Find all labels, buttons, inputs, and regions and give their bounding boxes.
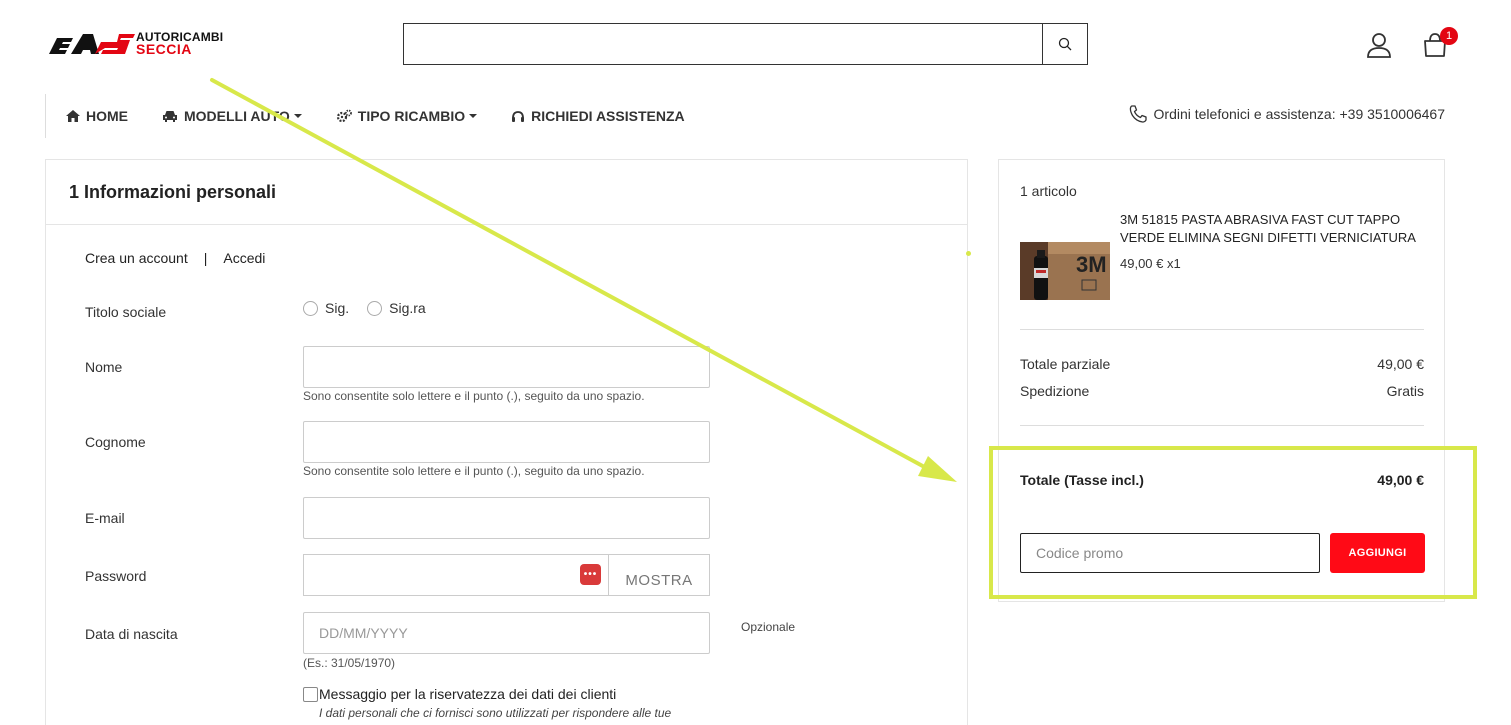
phone-icon [1129, 105, 1147, 123]
product-name[interactable]: 3M 51815 PASTA ABRASIVA FAST CUT TAPPO V… [1120, 211, 1430, 247]
nav-item-modelli-auto[interactable]: MODELLI AUTO [162, 108, 302, 124]
add-promo-button[interactable]: AGGIUNGI [1330, 533, 1425, 573]
title-label: Titolo sociale [85, 304, 167, 320]
order-summary: 1 articolo 3M 3M 51815 PASTA ABRASIVA FA… [998, 159, 1445, 602]
cart-count-badge: 1 [1440, 27, 1458, 45]
total-value: 49,00 € [1377, 472, 1424, 488]
product-price: 49,00 € x1 [1120, 256, 1181, 271]
items-count: 1 articolo [1020, 183, 1077, 199]
phone-contact[interactable]: Ordini telefonici e assistenza: +39 3510… [1128, 104, 1445, 124]
first-name-hint: Sono consentite solo lettere e il punto … [303, 389, 645, 403]
phone-text: Ordini telefonici e assistenza: +39 3510… [1153, 106, 1445, 122]
section-title: 1 Informazioni personali [69, 182, 277, 202]
birthday-hint: (Es.: 31/05/1970) [303, 656, 396, 670]
shipping-label: Spedizione [1020, 383, 1090, 399]
brand-name: AUTORICAMBI SECCIA [136, 31, 223, 57]
title-radio-group: Sig. Sig.ra [303, 300, 444, 316]
privacy-checkbox[interactable] [303, 686, 318, 702]
radio-sigra[interactable] [367, 300, 383, 316]
nav-item-home[interactable]: HOME [66, 108, 128, 124]
product-image[interactable]: 3M [1020, 242, 1110, 300]
account-links: Crea un account | Accedi [85, 250, 265, 266]
gears-icon [336, 109, 352, 123]
radio-sigra-label: Sig.ra [389, 300, 426, 316]
subtotal-value: 49,00 € [1377, 356, 1424, 372]
search-button[interactable] [1042, 24, 1087, 64]
nav-item-label: HOME [86, 108, 128, 124]
nav-item-label: MODELLI AUTO [184, 108, 290, 124]
chevron-down-icon [469, 114, 478, 118]
search-input[interactable] [404, 24, 1044, 64]
privacy-label: Messaggio per la riservatezza dei dati d… [319, 686, 617, 702]
search-bar [403, 23, 1088, 65]
last-name-hint: Sono consentite solo lettere e il punto … [303, 464, 645, 478]
first-name-label: Nome [85, 359, 123, 375]
home-icon [66, 110, 80, 122]
radio-sig[interactable] [303, 300, 318, 316]
checkout-personal-info: 1 Informazioni personali Crea un account… [45, 159, 968, 725]
birthday-label: Data di nascita [85, 626, 178, 642]
password-label: Password [85, 568, 147, 584]
create-account-link[interactable]: Crea un account [85, 250, 188, 266]
email-field[interactable] [303, 497, 710, 539]
headset-icon [512, 110, 525, 122]
last-name-label: Cognome [85, 434, 146, 450]
svg-text:3M: 3M [1076, 252, 1107, 277]
nav-item-richiedi-assistenza[interactable]: RICHIEDI ASSISTENZA [511, 108, 685, 124]
subtotal-row: Totale parziale 49,00 € [1020, 356, 1424, 372]
shipping-row: Spedizione Gratis [1020, 383, 1424, 399]
email-label: E-mail [85, 510, 125, 526]
password-group: ••• MOSTRA [303, 554, 710, 596]
login-link[interactable]: Accedi [223, 250, 265, 266]
optional-label: Opzionale [741, 620, 796, 634]
annotation-dot [966, 251, 971, 256]
user-icon[interactable] [1365, 31, 1393, 59]
password-manager-icon[interactable]: ••• [580, 564, 601, 585]
nav-item-label: RICHIEDI ASSISTENZA [531, 108, 685, 124]
password-field[interactable] [303, 554, 608, 596]
nav-item-label: TIPO RICAMBIO [357, 108, 466, 124]
shipping-value: Gratis [1386, 383, 1424, 399]
divider [1020, 425, 1424, 426]
privacy-description: I dati personali che ci fornisci sono ut… [319, 706, 672, 720]
nav-item-tipo-ricambio[interactable]: TIPO RICAMBIO [336, 108, 478, 124]
search-icon [1058, 37, 1072, 51]
divider [1020, 329, 1424, 330]
privacy-checkbox-row: Messaggio per la riservatezza dei dati d… [303, 686, 616, 702]
promo-code-input[interactable] [1020, 533, 1320, 573]
radio-sig-label: Sig. [325, 300, 350, 316]
total-label: Totale (Tasse incl.) [1020, 472, 1144, 488]
brand-line2: SECCIA [136, 41, 192, 57]
separator: | [203, 250, 208, 266]
birthday-field[interactable] [303, 612, 710, 654]
total-row: Totale (Tasse incl.) 49,00 € [1020, 472, 1424, 488]
chevron-down-icon [293, 114, 302, 118]
divider [46, 224, 967, 225]
show-password-button[interactable]: MOSTRA [608, 554, 710, 596]
first-name-field[interactable] [303, 346, 710, 388]
main-nav: HOME MODELLI AUTO TIPO RICAMBIO RICHIEDI… [45, 94, 685, 138]
last-name-field[interactable] [303, 421, 710, 463]
subtotal-label: Totale parziale [1020, 356, 1111, 372]
car-icon [163, 111, 177, 122]
